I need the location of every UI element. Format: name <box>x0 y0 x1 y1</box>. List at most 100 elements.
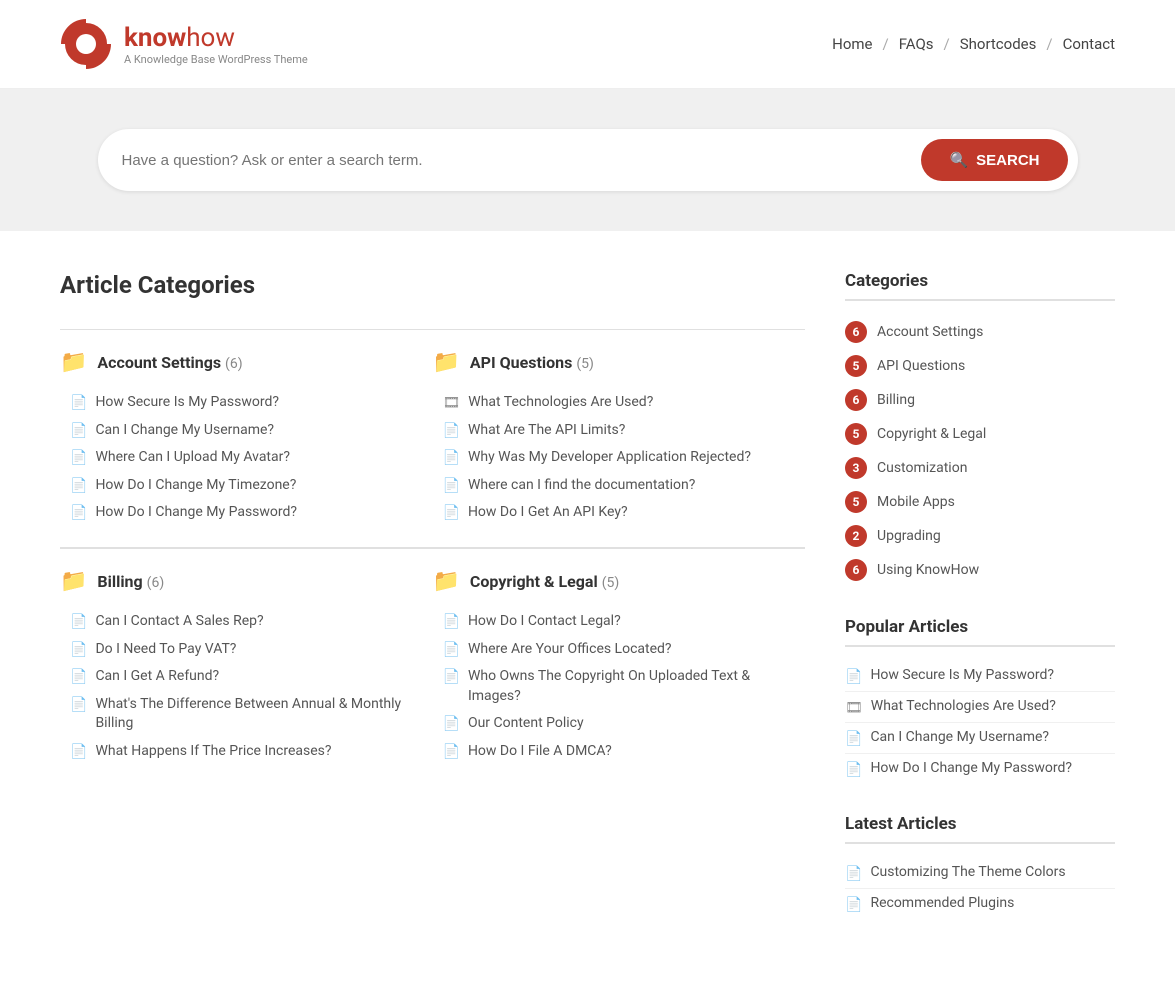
sidebar-latest-section: Latest Articles 📄Customizing The Theme C… <box>845 814 1115 919</box>
article-link[interactable]: What Technologies Are Used? <box>468 393 653 413</box>
sidebar-cat-link[interactable]: Mobile Apps <box>877 494 955 510</box>
cat-badge: 6 <box>845 321 867 343</box>
sidebar-cat-link[interactable]: Billing <box>877 392 915 408</box>
nav-shortcodes[interactable]: Shortcodes <box>960 35 1037 53</box>
category-name: API Questions (5) <box>470 353 594 372</box>
article-link[interactable]: How Do I Change My Timezone? <box>95 476 296 496</box>
doc-icon: 📄 <box>70 505 87 521</box>
article-link[interactable]: How Do I Change My Password? <box>95 503 297 523</box>
list-item: 📄Customizing The Theme Colors <box>845 858 1115 889</box>
logo[interactable]: knowhow A Knowledge Base WordPress Theme <box>60 18 308 70</box>
sidebar-item-upgrading[interactable]: 2 Upgrading <box>845 519 1115 553</box>
list-item: 📄Can I Get A Refund? <box>70 663 433 691</box>
category-name: Account Settings (6) <box>97 353 242 372</box>
sidebar-item-api-questions[interactable]: 5 API Questions <box>845 349 1115 383</box>
main-content: Article Categories 📁 Account Settings (6… <box>0 231 1175 989</box>
popular-article-link[interactable]: Can I Change My Username? <box>870 729 1049 745</box>
article-link[interactable]: Can I Change My Username? <box>95 421 274 441</box>
article-link[interactable]: How Do I File A DMCA? <box>468 742 612 762</box>
sidebar-cat-link[interactable]: Copyright & Legal <box>877 426 986 442</box>
nav-sep-1: / <box>883 35 889 53</box>
list-item: 📄Why Was My Developer Application Reject… <box>443 444 806 472</box>
search-button-label: SEARCH <box>976 152 1039 169</box>
list-item: 📄Recommended Plugins <box>845 889 1115 919</box>
article-link[interactable]: Our Content Policy <box>468 714 584 734</box>
article-link[interactable]: Why Was My Developer Application Rejecte… <box>468 448 751 468</box>
list-item: 📄Where Are Your Offices Located? <box>443 636 806 664</box>
article-link[interactable]: Do I Need To Pay VAT? <box>95 640 236 660</box>
list-item: 🎞What Technologies Are Used? <box>845 692 1115 723</box>
cat-badge: 5 <box>845 491 867 513</box>
article-link[interactable]: Can I Get A Refund? <box>95 667 219 687</box>
doc-icon: 📄 <box>845 669 862 685</box>
sidebar-cat-link[interactable]: Customization <box>877 460 967 476</box>
sidebar-item-account-settings[interactable]: 6 Account Settings <box>845 315 1115 349</box>
article-link[interactable]: Who Owns The Copyright On Uploaded Text … <box>468 667 805 706</box>
category-account-settings: 📁 Account Settings (6) 📄How Secure Is My… <box>60 329 433 547</box>
sidebar-item-mobile-apps[interactable]: 5 Mobile Apps <box>845 485 1115 519</box>
cat-badge: 6 <box>845 559 867 581</box>
nav-contact[interactable]: Contact <box>1063 35 1115 53</box>
doc-icon: 📄 <box>70 642 87 658</box>
search-input[interactable] <box>122 152 922 169</box>
article-link[interactable]: Where Are Your Offices Located? <box>468 640 672 660</box>
latest-article-link[interactable]: Customizing The Theme Colors <box>870 864 1065 880</box>
sidebar-item-using-knowhow[interactable]: 6 Using KnowHow <box>845 553 1115 587</box>
list-item: 📄 Do I Need To Pay VAT? <box>70 636 433 664</box>
sidebar-item-billing[interactable]: 6 Billing <box>845 383 1115 417</box>
sidebar-item-copyright-legal[interactable]: 5 Copyright & Legal <box>845 417 1115 451</box>
sidebar-item-customization[interactable]: 3 Customization <box>845 451 1115 485</box>
doc-icon: 📄 <box>70 697 87 713</box>
doc-icon: 📄 <box>845 731 862 747</box>
doc-icon: 📄 <box>443 505 460 521</box>
content-area: Article Categories 📁 Account Settings (6… <box>60 271 845 949</box>
sidebar-latest-title: Latest Articles <box>845 814 1115 844</box>
cat-badge: 5 <box>845 423 867 445</box>
sidebar: Categories 6 Account Settings 5 API Ques… <box>845 271 1115 949</box>
doc-icon: 📄 <box>70 450 87 466</box>
popular-article-link[interactable]: What Technologies Are Used? <box>871 698 1056 714</box>
section-title: Article Categories <box>60 271 805 299</box>
nav-home[interactable]: Home <box>832 35 872 53</box>
sidebar-cat-link[interactable]: API Questions <box>877 358 965 374</box>
article-link[interactable]: Where can I find the documentation? <box>468 476 695 496</box>
popular-article-link[interactable]: How Do I Change My Password? <box>870 760 1072 776</box>
latest-article-link[interactable]: Recommended Plugins <box>870 895 1014 911</box>
doc-icon: 📄 <box>70 478 87 494</box>
search-icon: 🔍 <box>949 151 968 169</box>
doc-icon: 📄 <box>443 614 460 630</box>
popular-list: 📄 How Secure Is My Password? 🎞What Techno… <box>845 661 1115 784</box>
article-link[interactable]: Where Can I Upload My Avatar? <box>95 448 290 468</box>
sidebar-cat-link[interactable]: Upgrading <box>877 528 941 544</box>
folder-icon: 📁 <box>433 569 460 594</box>
list-item: 📄 How Do I Change My Timezone? <box>70 472 433 500</box>
sidebar-cat-link[interactable]: Using KnowHow <box>877 562 979 578</box>
sidebar-cat-link[interactable]: Account Settings <box>877 324 983 340</box>
sidebar-popular-section: Popular Articles 📄 How Secure Is My Passw… <box>845 617 1115 784</box>
article-link[interactable]: What's The Difference Between Annual & M… <box>95 695 432 734</box>
article-link[interactable]: Can I Contact A Sales Rep? <box>95 612 263 632</box>
sidebar-popular-title: Popular Articles <box>845 617 1115 647</box>
article-link[interactable]: How Secure Is My Password? <box>95 393 279 413</box>
search-button[interactable]: 🔍 SEARCH <box>921 139 1067 181</box>
category-copyright-legal: 📁 Copyright & Legal (5) 📄How Do I Contac… <box>433 548 806 786</box>
article-link[interactable]: How Do I Get An API Key? <box>468 503 628 523</box>
list-item: 📄Our Content Policy <box>443 710 806 738</box>
search-bar: 🔍 SEARCH <box>98 129 1078 191</box>
article-link[interactable]: What Happens If The Price Increases? <box>95 742 331 762</box>
category-api-questions: 📁 API Questions (5) 🎞 What Technologies A… <box>433 329 806 547</box>
doc-icon: 📄 <box>443 423 460 439</box>
logo-icon <box>60 18 112 70</box>
category-name: Billing (6) <box>97 572 164 591</box>
nav-faqs[interactable]: FAQs <box>899 35 934 53</box>
list-item: 📄How Do I Change My Password? <box>845 754 1115 784</box>
article-link[interactable]: What Are The API Limits? <box>468 421 625 441</box>
list-item: 📄 Can I Change My Username? <box>845 723 1115 754</box>
popular-article-link[interactable]: How Secure Is My Password? <box>870 667 1054 683</box>
folder-icon: 📁 <box>433 350 460 375</box>
film-icon: 🎞 <box>443 395 461 411</box>
sidebar-categories-title: Categories <box>845 271 1115 301</box>
list-item: 📄How Secure Is My Password? <box>70 389 433 417</box>
article-link[interactable]: How Do I Contact Legal? <box>468 612 621 632</box>
list-item: 📄 How Secure Is My Password? <box>845 661 1115 692</box>
